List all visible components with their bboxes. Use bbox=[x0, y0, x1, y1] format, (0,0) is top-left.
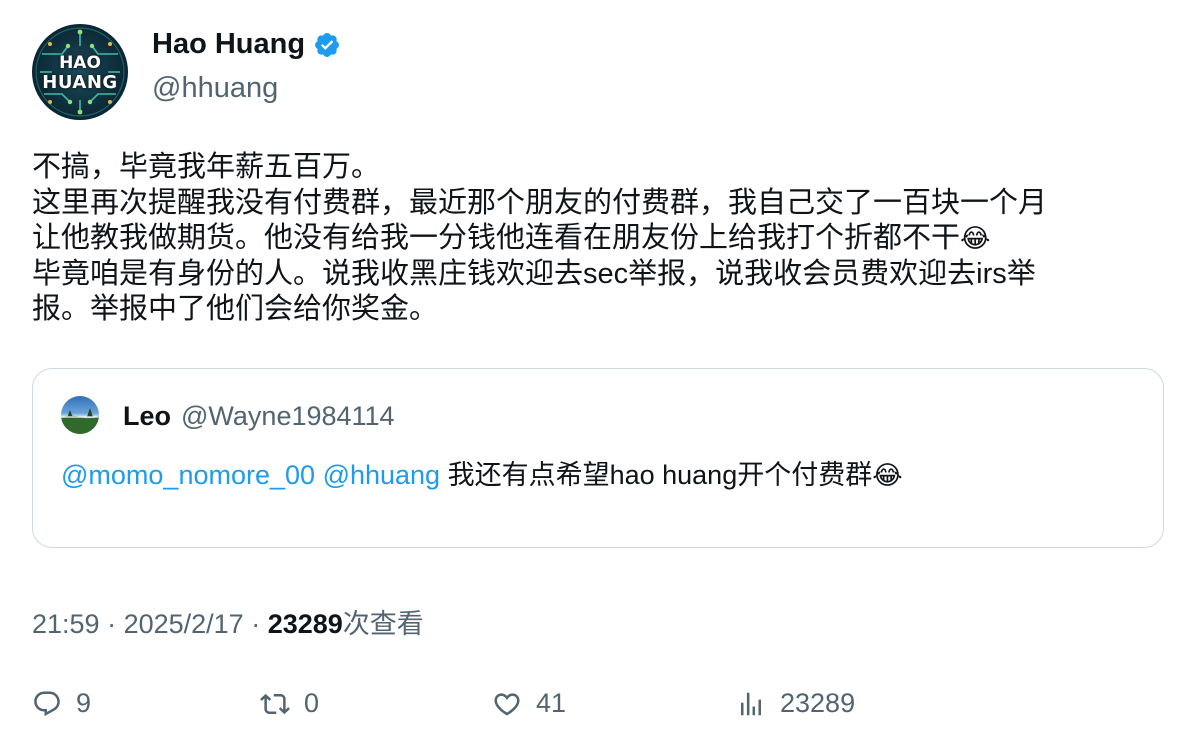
quoted-avatar[interactable] bbox=[61, 396, 99, 434]
retweet-icon bbox=[260, 693, 290, 714]
views-button[interactable]: 23289 bbox=[736, 688, 855, 719]
author-display-name[interactable]: Hao Huang bbox=[152, 28, 305, 61]
views-count: 23289 bbox=[267, 609, 343, 639]
quoted-body-text: 我还有点希望hao huang开个付费群 bbox=[440, 460, 873, 490]
reply-count: 9 bbox=[76, 688, 92, 718]
tweet-date[interactable]: 2025/2/17 bbox=[124, 609, 244, 639]
like-count: 41 bbox=[536, 688, 567, 718]
like-button[interactable]: 41 bbox=[492, 688, 566, 719]
quoted-display-name[interactable]: Leo bbox=[123, 401, 171, 432]
verified-badge-icon[interactable] bbox=[313, 31, 341, 59]
mention-link-hhuang[interactable]: @hhuang bbox=[323, 460, 441, 490]
author-handle[interactable]: @hhuang bbox=[152, 72, 278, 105]
tweet-time[interactable]: 21:59 bbox=[32, 609, 100, 639]
tweet-text: 不搞，毕竟我年薪五百万。 这里再次提醒我没有付费群，最近那个朋友的付费群，我自己… bbox=[32, 150, 1162, 328]
tweet-line-3-wrap: 让他教我做期货。他没有给我一分钱他连看在朋友份上给我打个折都不干😂 bbox=[32, 221, 1162, 257]
reply-button[interactable]: 9 bbox=[32, 688, 91, 719]
tweet-line-1: 不搞，毕竟我年薪五百万。 bbox=[32, 151, 381, 183]
quoted-text: @momo_nomore_00 @hhuang 我还有点希望hao huang开… bbox=[61, 453, 903, 492]
tweet: HAO HUANG Hao Huang @hhuang 不搞，毕竟我年薪五百万。… bbox=[0, 0, 1196, 748]
tweet-line-5: 报。举报中了他们会给你奖金。 bbox=[32, 293, 439, 325]
laughing-emoji-icon: 😂 bbox=[872, 460, 903, 490]
avatar-text-huang: HUANG bbox=[42, 72, 118, 93]
laughing-emoji-icon: 😂 bbox=[960, 223, 991, 253]
tweet-line-3: 让他教我做期货。他没有给我一分钱他连看在朋友份上给我打个折都不干 bbox=[32, 222, 961, 254]
retweet-button[interactable]: 0 bbox=[260, 688, 319, 719]
author-name-row[interactable]: Hao Huang bbox=[152, 28, 341, 61]
views-label: 次查看 bbox=[342, 609, 424, 639]
action-bar: 9 0 41 23289 bbox=[32, 688, 1164, 728]
quoted-avatar-landscape bbox=[61, 408, 99, 434]
meta-separator: · bbox=[243, 609, 268, 639]
avatar[interactable]: HAO HUANG bbox=[32, 24, 128, 120]
heart-icon bbox=[494, 692, 520, 715]
views-action-count: 23289 bbox=[780, 688, 856, 718]
quoted-handle[interactable]: @Wayne1984114 bbox=[181, 401, 395, 432]
analytics-icon bbox=[741, 692, 761, 715]
quoted-tweet-card[interactable]: Leo @Wayne1984114 @momo_nomore_00 @hhuan… bbox=[32, 368, 1164, 548]
mention-link-momo[interactable]: @momo_nomore_00 bbox=[61, 460, 315, 490]
reply-icon bbox=[34, 691, 60, 716]
avatar-text-hao: HAO bbox=[59, 53, 101, 73]
tweet-meta: 21:59 · 2025/2/17 · 23289次查看 bbox=[32, 602, 424, 641]
tweet-line-2: 这里再次提醒我没有付费群，最近那个朋友的付费群，我自己交了一百块一个月 bbox=[32, 186, 1048, 219]
retweet-count: 0 bbox=[304, 688, 320, 718]
meta-separator: · bbox=[99, 609, 124, 639]
quoted-header: Leo @Wayne1984114 bbox=[123, 401, 395, 432]
tweet-line-4: 毕竟咱是有身份的人。说我收黑庄钱欢迎去sec举报，说我收会员费欢迎去irs举 bbox=[32, 257, 1036, 290]
